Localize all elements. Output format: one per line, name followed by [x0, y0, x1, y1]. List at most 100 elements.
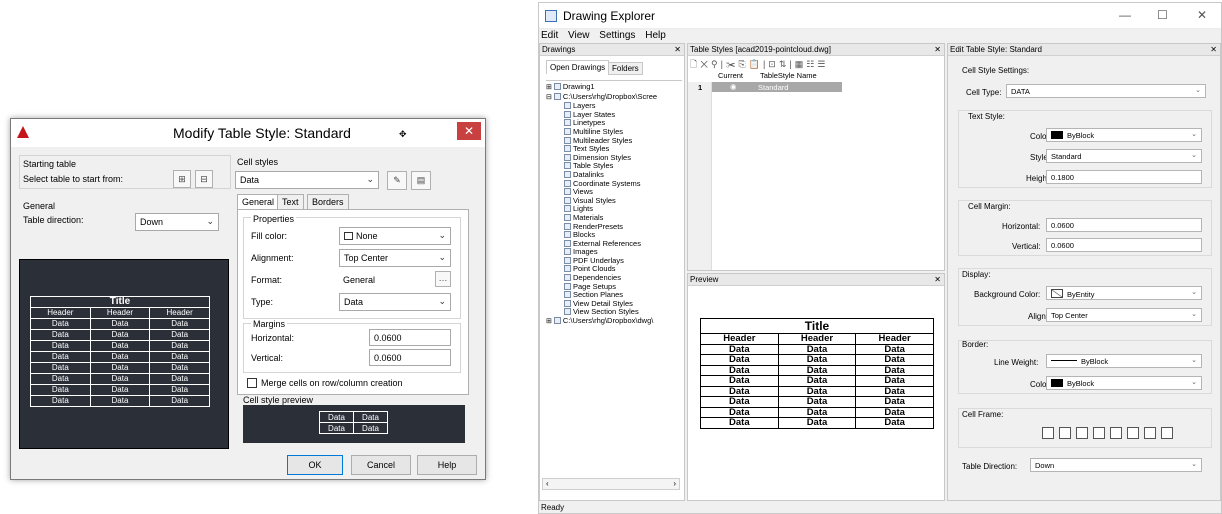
format-label: Format: — [251, 275, 283, 285]
none-swatch-icon — [344, 232, 353, 240]
tree-item[interactable]: Coordinate Systems — [546, 179, 682, 189]
preview-data-cell: Data — [89, 362, 151, 374]
cell-style-select[interactable]: Data ⌄ — [235, 171, 379, 189]
chevron-down-icon: ⌄ — [1191, 289, 1197, 296]
help-button[interactable]: Help — [417, 455, 477, 475]
select-table-icon[interactable]: ⊞ — [173, 170, 191, 188]
drawing-icon — [553, 92, 561, 100]
menu-settings[interactable]: Settings — [599, 30, 635, 41]
close-button[interactable]: ✕ — [457, 122, 481, 140]
table-row[interactable]: 1 ◉ Standard — [688, 82, 944, 92]
tree-item[interactable]: RenderPresets — [546, 222, 682, 232]
expand-icon[interactable]: ⊟ — [546, 94, 552, 101]
close-icon[interactable]: ✕ — [934, 274, 941, 286]
merge-checkbox[interactable] — [247, 378, 257, 388]
text-color-select[interactable]: ByBlock ⌄ — [1046, 128, 1202, 142]
line-weight-select[interactable]: ByBlock ⌄ — [1046, 354, 1202, 368]
refresh-icon: ⇅ — [778, 59, 790, 69]
col-tablestyle-name[interactable]: TableStyle Name — [760, 71, 817, 80]
preview-data-cell: Data — [700, 406, 779, 418]
type-select[interactable]: Data ⌄ — [339, 293, 451, 311]
cancel-button[interactable]: Cancel — [351, 455, 411, 475]
tree-item[interactable]: Dimension Styles — [546, 153, 682, 163]
ok-button[interactable]: OK — [287, 455, 343, 475]
tab-borders[interactable]: Borders — [307, 194, 349, 210]
menu-help[interactable]: Help — [645, 30, 666, 41]
height-input[interactable]: 0.1800 — [1046, 170, 1202, 184]
node-icon — [564, 231, 571, 239]
text-style-select[interactable]: Standard ⌄ — [1046, 149, 1202, 163]
left-border-icon[interactable] — [1110, 427, 1122, 439]
close-button[interactable]: ✕ — [1197, 8, 1207, 22]
edit-horizontal-input[interactable]: 0.0600 — [1046, 218, 1202, 232]
tab-folders[interactable]: Folders — [608, 62, 643, 75]
horizontal-margin-input[interactable]: 0.0600 — [369, 329, 451, 346]
starting-table-label: Starting table — [23, 159, 77, 169]
tree-item[interactable]: ⊟ C:\Users\rhg\Dropbox\Scree — [546, 92, 682, 103]
edit-vertical-input[interactable]: 0.0600 — [1046, 238, 1202, 252]
all-borders-icon[interactable] — [1042, 427, 1054, 439]
vertical-margin-input[interactable]: 0.0600 — [369, 349, 451, 366]
menu-edit[interactable]: Edit — [541, 30, 558, 41]
cell-frame-label: Cell Frame: — [962, 410, 1004, 419]
expand-icon[interactable]: ⊞ — [546, 318, 552, 325]
chevron-down-icon: ⌄ — [1191, 357, 1197, 364]
expand-icon[interactable]: ⊞ — [546, 84, 552, 91]
no-border-icon[interactable] — [1161, 427, 1173, 439]
tree-item[interactable]: ⊞ C:\Users\rhg\Dropbox\dwg\ — [546, 316, 682, 327]
tab-open-drawings[interactable]: Open Drawings — [546, 60, 610, 74]
paste-icon: 📋 — [748, 59, 763, 69]
bottom-border-icon[interactable] — [1093, 427, 1105, 439]
inside-borders-icon[interactable] — [1076, 427, 1088, 439]
close-icon[interactable]: ✕ — [1210, 44, 1217, 56]
tree-item[interactable]: Visual Styles — [546, 196, 682, 206]
table-direction-select[interactable]: Down ⌄ — [135, 213, 219, 231]
tree-item[interactable]: Lights — [546, 205, 682, 214]
general-label: General — [23, 201, 56, 211]
manage-cell-styles-icon[interactable]: ▤ — [411, 171, 431, 190]
table-styles-toolbar[interactable]: 🗋✕⚲|✂⎘📋|⊡⇅|▦☷☰ — [690, 57, 828, 70]
tree-item[interactable]: External References — [546, 239, 682, 249]
node-icon — [564, 248, 571, 256]
tree-item[interactable]: Table Styles — [546, 162, 682, 171]
right-border-icon[interactable] — [1144, 427, 1156, 439]
maximize-button[interactable]: ☐ — [1157, 8, 1168, 22]
node-icon — [564, 265, 571, 273]
col-current[interactable]: Current — [718, 71, 743, 80]
tree-item[interactable]: Multileader Styles — [546, 136, 682, 146]
fill-color-select[interactable]: None ⌄ — [339, 227, 451, 245]
preview-header-cell: Header — [855, 333, 934, 345]
color-swatch-icon — [1051, 379, 1063, 387]
tab-text[interactable]: Text — [277, 194, 304, 210]
alignment-select[interactable]: Top Center ⌄ — [339, 249, 451, 267]
cell-style-preview: Data Data Data Data — [243, 405, 465, 443]
preview-data-cell: Data — [700, 417, 779, 429]
remove-table-icon[interactable]: ⊟ — [195, 170, 213, 188]
top-border-icon[interactable] — [1127, 427, 1139, 439]
close-icon[interactable]: ✕ — [674, 44, 681, 56]
outside-borders-icon[interactable] — [1059, 427, 1071, 439]
format-browse-button[interactable]: … — [435, 271, 451, 287]
cell-type-select[interactable]: DATA ⌄ — [1006, 84, 1206, 98]
edit-vertical-label: Vertical: — [1012, 242, 1041, 251]
menu-view[interactable]: View — [568, 30, 590, 41]
node-icon — [564, 239, 571, 247]
table-direction-select[interactable]: Down ⌄ — [1030, 458, 1202, 472]
align-select[interactable]: Top Center ⌄ — [1046, 308, 1202, 322]
create-cell-style-icon[interactable]: ✎ — [387, 171, 407, 190]
border-color-select[interactable]: ByBlock ⌄ — [1046, 376, 1202, 390]
drawing-icon — [553, 83, 561, 90]
horizontal-scrollbar[interactable]: ‹ › — [542, 478, 680, 490]
minimize-button[interactable]: — — [1119, 8, 1131, 22]
preview-data-cell: Data — [700, 354, 779, 366]
selected-row-highlight: ◉ Standard — [712, 82, 842, 92]
preview-data-cell: Data — [700, 364, 779, 376]
close-icon[interactable]: ✕ — [934, 44, 941, 56]
tab-general[interactable]: General — [237, 194, 280, 209]
node-icon — [564, 127, 571, 135]
bg-color-select[interactable]: ByEntity ⌄ — [1046, 286, 1202, 300]
properties-label: Properties — [251, 214, 297, 224]
copy-icon: ⎘ — [738, 59, 749, 69]
tree-item[interactable]: Layer States — [546, 110, 682, 120]
preview-header-cell: Header — [89, 307, 151, 319]
